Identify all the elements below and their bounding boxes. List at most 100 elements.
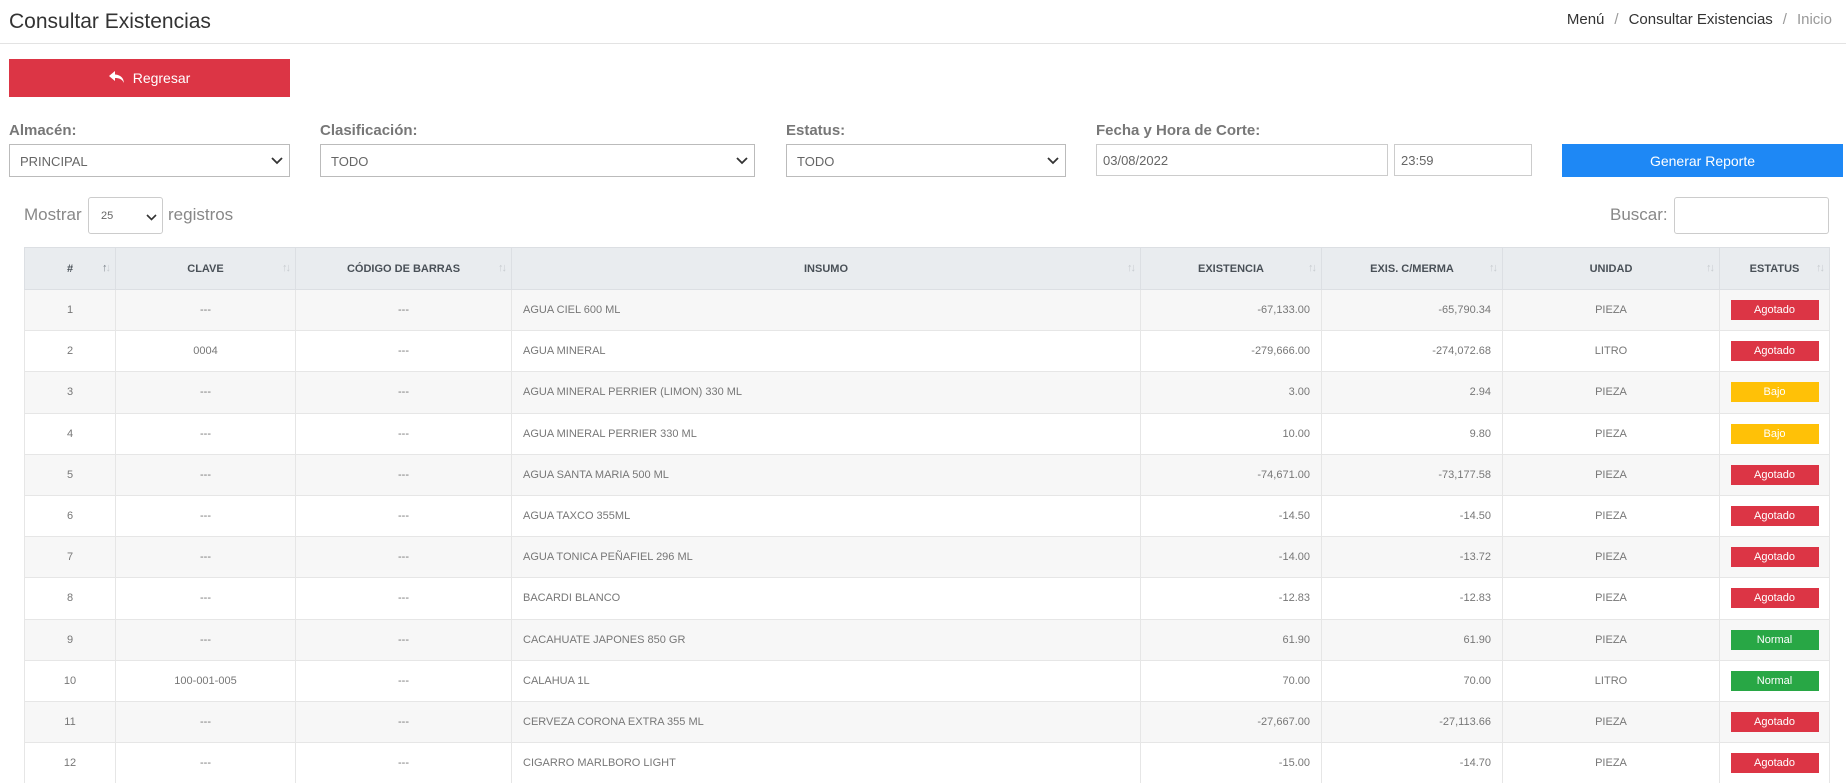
- column-header-unidad[interactable]: UNIDAD ↑↓: [1502, 247, 1720, 290]
- table-row[interactable]: 8 --- --- BACARDI BLANCO -12.83 -12.83 PIEZA Ag…: [24, 577, 1830, 620]
- table-row[interactable]: 12 --- --- CIGARRO MARLBORO LIGHT -15.00 -14.…: [24, 742, 1830, 783]
- breadcrumb-item-consultar[interactable]: Consultar Existencias: [1629, 11, 1773, 28]
- row-number: 1: [24, 288, 116, 332]
- estatus-select[interactable]: TODO: [786, 144, 1066, 177]
- column-header-clave[interactable]: CLAVE ↑↓: [115, 247, 296, 290]
- row-merma: 70.00: [1321, 659, 1503, 702]
- table-row[interactable]: 6 --- --- AGUA TAXCO 355ML -14.50 -14.50 PIEZA…: [24, 494, 1830, 538]
- column-header-merma[interactable]: EXIS. C/MERMA ↑↓: [1321, 247, 1503, 290]
- row-codigo: ---: [295, 288, 512, 332]
- row-clave: ---: [115, 536, 296, 579]
- search-label: Buscar:: [1610, 205, 1668, 224]
- back-button[interactable]: Regresar: [9, 59, 290, 97]
- row-codigo: ---: [295, 742, 512, 783]
- records-label: registros: [168, 205, 234, 224]
- column-header-existencia[interactable]: EXISTENCIA ↑↓: [1140, 247, 1322, 290]
- row-existencia: -67,133.00: [1140, 288, 1322, 332]
- sort-icon: ↑↓: [498, 262, 507, 274]
- row-estatus: Agotado: [1719, 577, 1830, 620]
- sort-icon: ↑↓: [1308, 262, 1317, 274]
- page-length-select[interactable]: 25: [88, 197, 163, 234]
- row-codigo: ---: [295, 494, 512, 538]
- table-row[interactable]: 2 0004 --- AGUA MINERAL -279,666.00 -274,072.…: [24, 330, 1830, 373]
- corte-date-input[interactable]: 03/08/2022: [1096, 144, 1388, 176]
- table-row[interactable]: 9 --- --- CACAHUATE JAPONES 850 GR 61.90 61.9…: [24, 618, 1830, 661]
- corte-time-input[interactable]: 23:59: [1394, 144, 1532, 176]
- row-estatus: Agotado: [1719, 700, 1830, 744]
- row-insumo: AGUA TONICA PEÑAFIEL 296 ML: [511, 536, 1141, 579]
- row-number: 11: [24, 700, 116, 744]
- almacen-label: Almacén:: [9, 122, 77, 139]
- clasificacion-label: Clasificación:: [320, 122, 418, 139]
- row-unidad: PIEZA: [1502, 742, 1720, 783]
- table-row[interactable]: 11 --- --- CERVEZA CORONA EXTRA 355 ML -27,6…: [24, 700, 1830, 744]
- row-clave: 100-001-005: [115, 659, 296, 702]
- page-title: Consultar Existencias: [9, 10, 211, 33]
- row-existencia: 70.00: [1140, 659, 1322, 702]
- row-insumo: CACAHUATE JAPONES 850 GR: [511, 618, 1141, 661]
- clasificacion-select[interactable]: TODO: [320, 144, 755, 177]
- column-header-codigo[interactable]: CÓDIGO DE BARRAS ↑↓: [295, 247, 512, 290]
- row-unidad: PIEZA: [1502, 288, 1720, 332]
- column-header-number[interactable]: # ↑↓: [24, 247, 116, 290]
- row-insumo: AGUA SANTA MARIA 500 ML: [511, 453, 1141, 496]
- status-badge: Agotado: [1730, 464, 1819, 485]
- row-codigo: ---: [295, 536, 512, 579]
- row-number: 10: [24, 659, 116, 702]
- row-clave: ---: [115, 412, 296, 455]
- table-row[interactable]: 10 100-001-005 --- CALAHUA 1L 70.00 70.00 LITR…: [24, 659, 1830, 702]
- search-input[interactable]: [1674, 197, 1829, 234]
- clasificacion-value: TODO: [331, 154, 369, 169]
- row-number: 6: [24, 494, 116, 538]
- row-clave: ---: [115, 618, 296, 661]
- row-merma: -274,072.68: [1321, 330, 1503, 373]
- table-row[interactable]: 4 --- --- AGUA MINERAL PERRIER 330 ML 10.00 9…: [24, 412, 1830, 455]
- almacen-select[interactable]: PRINCIPAL: [9, 144, 290, 177]
- row-number: 8: [24, 577, 116, 620]
- row-clave: ---: [115, 494, 296, 538]
- row-unidad: PIEZA: [1502, 536, 1720, 579]
- table-row[interactable]: 5 --- --- AGUA SANTA MARIA 500 ML -74,671.00…: [24, 453, 1830, 496]
- row-unidad: LITRO: [1502, 330, 1720, 373]
- show-label: Mostrar: [24, 205, 82, 224]
- row-estatus: Bajo: [1719, 371, 1830, 414]
- chevron-down-icon: [146, 214, 157, 221]
- sort-icon: ↑↓: [282, 262, 291, 274]
- page-length-value: 25: [101, 210, 114, 222]
- row-existencia: -15.00: [1140, 742, 1322, 783]
- row-unidad: PIEZA: [1502, 618, 1720, 661]
- row-existencia: 3.00: [1140, 371, 1322, 414]
- row-codigo: ---: [295, 700, 512, 744]
- row-estatus: Bajo: [1719, 412, 1830, 455]
- sort-icon: ↑↓: [1816, 262, 1825, 274]
- row-unidad: PIEZA: [1502, 371, 1720, 414]
- status-badge: Agotado: [1730, 341, 1819, 362]
- generate-report-button[interactable]: Generar Reporte: [1562, 144, 1843, 177]
- row-clave: ---: [115, 371, 296, 414]
- row-existencia: 61.90: [1140, 618, 1322, 661]
- row-insumo: AGUA TAXCO 355ML: [511, 494, 1141, 538]
- row-estatus: Agotado: [1719, 330, 1830, 373]
- stock-table: # ↑↓ CLAVE ↑↓ CÓDIGO DE BARRAS ↑↓ INSUMO ↑↓ …: [24, 247, 1830, 783]
- table-row[interactable]: 3 --- --- AGUA MINERAL PERRIER (LIMON) 330 …: [24, 371, 1830, 414]
- row-clave: ---: [115, 577, 296, 620]
- column-header-insumo[interactable]: INSUMO ↑↓: [511, 247, 1141, 290]
- row-insumo: AGUA CIEL 600 ML: [511, 288, 1141, 332]
- row-merma: 9.80: [1321, 412, 1503, 455]
- row-merma: -14.50: [1321, 494, 1503, 538]
- table-row[interactable]: 1 --- --- AGUA CIEL 600 ML -67,133.00 -65,790…: [24, 288, 1830, 332]
- table-row[interactable]: 7 --- --- AGUA TONICA PEÑAFIEL 296 ML -14.00…: [24, 536, 1830, 579]
- row-estatus: Normal: [1719, 618, 1830, 661]
- row-insumo: BACARDI BLANCO: [511, 577, 1141, 620]
- reply-icon: [108, 71, 124, 83]
- row-number: 7: [24, 536, 116, 579]
- row-merma: -65,790.34: [1321, 288, 1503, 332]
- row-unidad: PIEZA: [1502, 700, 1720, 744]
- row-existencia: 10.00: [1140, 412, 1322, 455]
- row-merma: -13.72: [1321, 536, 1503, 579]
- column-header-estatus[interactable]: ESTATUS ↑↓: [1719, 247, 1830, 290]
- row-estatus: Agotado: [1719, 453, 1830, 496]
- row-existencia: -279,666.00: [1140, 330, 1322, 373]
- row-existencia: -12.83: [1140, 577, 1322, 620]
- breadcrumb-item-menu[interactable]: Menú: [1567, 11, 1605, 28]
